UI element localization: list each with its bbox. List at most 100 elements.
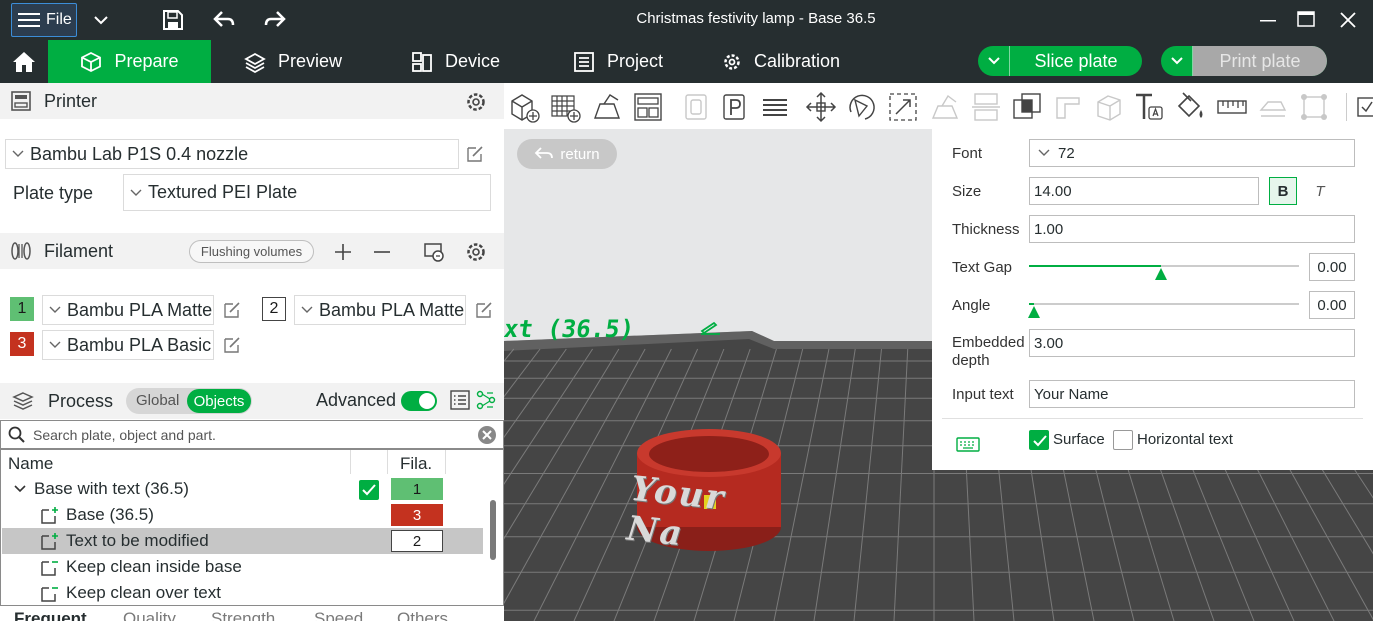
tab-calibration[interactable]: Calibration [722,40,840,83]
filament-settings-icon[interactable] [465,241,487,263]
embedded-depth-input[interactable]: 3.00 [1029,329,1355,357]
keyboard-icon[interactable] [956,435,980,453]
edit-icon[interactable] [465,144,485,164]
global-objects-toggle[interactable]: Global Objects [126,388,252,414]
text-tool-icon[interactable] [1132,90,1166,124]
flushing-volumes-button[interactable]: Flushing volumes [189,240,314,263]
search-bar[interactable]: Search plate, object and part. [0,420,504,449]
filament-cell[interactable]: 1 [391,478,443,500]
slice-dropdown[interactable] [978,46,1010,76]
tab-project[interactable]: Project [573,40,663,83]
add-plate-icon[interactable] [549,90,583,124]
chevron-down-icon[interactable] [14,485,26,493]
home-button[interactable] [0,40,48,83]
lay-on-face-icon[interactable] [928,90,962,124]
sync-filament-icon[interactable] [423,241,445,263]
cut-icon[interactable] [969,90,1003,124]
split-parts-icon[interactable] [718,90,752,124]
support-paint-icon[interactable] [1051,90,1085,124]
tree-scrollbar[interactable] [490,500,496,560]
slider-thumb[interactable] [1028,306,1041,318]
tab-prepare[interactable]: Prepare [48,40,211,83]
edit-plate-name-icon[interactable] [700,319,722,335]
split-objects-icon[interactable] [680,90,714,124]
add-filament-icon[interactable] [333,242,353,262]
edit-icon[interactable] [222,300,242,320]
embedded-depth-value: 3.00 [1034,334,1064,352]
search-input[interactable]: Search plate, object and part. [33,427,216,443]
tab-device[interactable]: Device [411,40,500,83]
tab-strength[interactable]: Strength [211,609,275,621]
measure-icon[interactable] [1215,90,1249,124]
remove-filament-icon[interactable] [372,242,392,262]
add-object-icon[interactable] [508,90,542,124]
size-value: 14.00 [1034,182,1072,200]
minimize-icon[interactable] [1259,12,1277,28]
edit-icon[interactable] [474,300,494,320]
boolean-icon[interactable] [1010,90,1044,124]
global-option[interactable]: Global [136,392,179,409]
filament-cell[interactable]: 3 [391,504,443,526]
tree-row-modifier[interactable]: Keep clean inside base [2,554,483,580]
chevron-down-icon [49,306,61,313]
horizontal-text-checkbox[interactable] [1113,430,1133,450]
printer-select[interactable]: Bambu Lab P1S 0.4 nozzle [5,139,459,169]
advanced-toggle[interactable] [401,391,437,411]
seam-icon[interactable] [1092,90,1126,124]
tree-row-modifier[interactable]: Keep clean over text [2,580,483,606]
text-gap-slider[interactable] [1029,265,1299,280]
brim-ears-icon[interactable] [1297,90,1331,124]
tree-row-part[interactable]: Base (36.5) 3 [2,502,483,528]
plate-type-select[interactable]: Textured PEI Plate [123,174,491,211]
more-tools-icon[interactable] [1354,90,1373,124]
maximize-icon[interactable] [1297,11,1315,27]
objects-option[interactable]: Objects [187,389,251,413]
printer-settings-icon[interactable] [465,91,487,113]
filament-select[interactable]: Bambu PLA Matte [42,295,214,325]
filament-select[interactable]: Bambu PLA Basic [42,330,214,360]
color-paint-icon[interactable] [1173,90,1207,124]
text-gap-input[interactable]: 0.00 [1309,253,1355,281]
tree-compare-icon[interactable] [476,390,496,410]
tab-others[interactable]: Others [397,609,448,621]
slider-thumb[interactable] [1155,268,1168,280]
redo-icon[interactable] [263,9,287,31]
undo-icon[interactable] [212,9,236,31]
rotate-icon[interactable] [845,90,879,124]
print-dropdown[interactable] [1161,46,1193,76]
slice-plate-button[interactable]: Slice plate [978,46,1142,76]
layers-toggle-icon[interactable] [758,90,792,124]
input-text-field[interactable]: Your Name [1029,380,1355,408]
tree-row-object[interactable]: Base with text (36.5) 1 [2,476,483,502]
angle-input[interactable]: 0.00 [1309,291,1355,319]
print-plate-button[interactable]: Print plate [1161,46,1327,76]
clear-search-icon[interactable] [477,425,497,445]
scale-icon[interactable] [886,90,920,124]
size-input[interactable]: 14.00 [1029,177,1259,205]
angle-slider[interactable] [1028,303,1299,318]
list-view-icon[interactable] [450,390,470,410]
bold-button[interactable]: B [1269,177,1297,205]
tab-frequent[interactable]: Frequent [14,609,87,621]
italic-button[interactable]: T [1306,177,1334,205]
edit-icon[interactable] [222,335,242,355]
move-icon[interactable] [804,90,838,124]
thickness-input[interactable]: 1.00 [1029,215,1355,243]
close-icon[interactable] [1339,11,1357,29]
auto-orient-icon[interactable] [590,90,624,124]
tab-speed[interactable]: Speed [314,609,363,621]
chevron-down-icon[interactable] [92,12,110,28]
tab-preview[interactable]: Preview [244,40,342,83]
font-select[interactable]: 72 [1029,139,1355,167]
tree-row-part-selected[interactable]: Text to be modified 2 [2,528,483,554]
object-checkbox[interactable] [359,480,379,500]
save-icon[interactable] [162,9,184,31]
filament-select[interactable]: Bambu PLA Matte [294,295,466,325]
return-button[interactable]: return [517,139,617,169]
arrange-icon[interactable] [631,90,665,124]
filament-cell[interactable]: 2 [391,530,443,552]
surface-checkbox[interactable] [1029,430,1049,450]
file-menu-button[interactable]: File [11,3,77,37]
assembly-icon[interactable] [1256,90,1290,124]
tab-quality[interactable]: Quality [123,609,176,621]
